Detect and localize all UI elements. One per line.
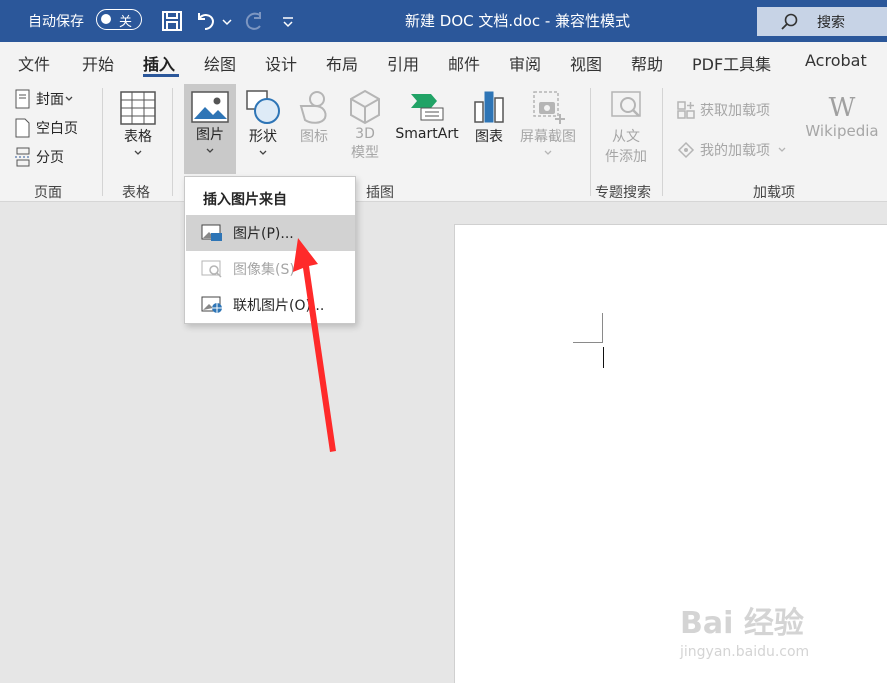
baidu-watermark-url: jingyan.baidu.com	[680, 644, 810, 660]
baidu-watermark-logo: Bai 经验	[680, 606, 804, 641]
annotation-arrow	[293, 238, 336, 452]
